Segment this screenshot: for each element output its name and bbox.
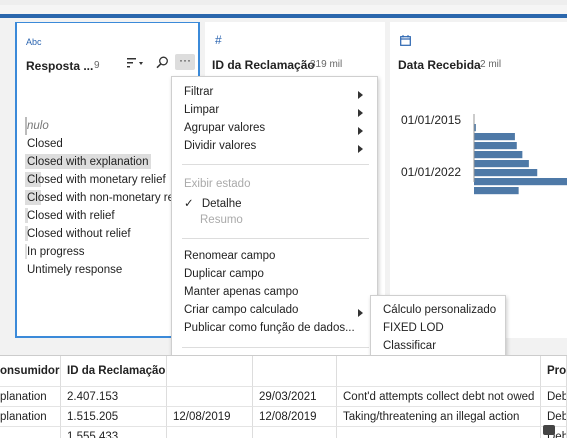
value-label: Closed with non-monetary relief bbox=[27, 192, 189, 204]
table-cell[interactable]: 29/03/2021 bbox=[253, 386, 337, 406]
context-menu: Filtrar Limpar Agrupar valores Dividir valo… bbox=[171, 76, 378, 398]
date-histogram[interactable]: 01/01/2015 01/01/2022 bbox=[390, 22, 567, 338]
table-cell[interactable] bbox=[167, 386, 253, 406]
value-label: Closed with relief bbox=[27, 210, 115, 222]
scroll-down-button[interactable] bbox=[543, 425, 555, 435]
menu-item[interactable]: Publicar como função de dados... bbox=[184, 322, 355, 334]
date-tick-label: 01/01/2022 bbox=[401, 165, 461, 179]
table-cell[interactable]: 2.407.153 bbox=[61, 386, 167, 406]
date-bar[interactable] bbox=[474, 160, 529, 168]
number-type-icon: # bbox=[215, 33, 222, 47]
submenu-arrow-icon bbox=[358, 145, 363, 153]
value-label: Untimely response bbox=[27, 264, 123, 276]
table-cell[interactable]: Debt bbox=[541, 386, 567, 406]
submenu-item[interactable]: FIXED LOD bbox=[383, 322, 444, 334]
menu-item[interactable]: Manter apenas campo bbox=[184, 286, 298, 298]
table-cell[interactable]: 1.555.433 bbox=[61, 426, 167, 438]
check-icon: ✓ bbox=[184, 198, 194, 210]
submenu-arrow-icon bbox=[358, 127, 363, 135]
submenu-item[interactable]: Cálculo personalizado bbox=[383, 304, 496, 316]
column-header[interactable]: onsumidor bbox=[0, 356, 61, 386]
menu-separator bbox=[182, 347, 369, 348]
menu-item-detail[interactable]: ✓ Detalhe bbox=[184, 196, 241, 210]
column-header[interactable] bbox=[337, 356, 541, 386]
table-cell[interactable] bbox=[0, 426, 61, 438]
menu-separator bbox=[182, 238, 369, 239]
table-cell[interactable]: 1.515.205 bbox=[61, 406, 167, 426]
menu-separator bbox=[182, 164, 369, 165]
menu-item-summary[interactable]: Resumo bbox=[200, 214, 243, 226]
table-cell[interactable]: Cont'd attempts collect debt not owed bbox=[337, 386, 541, 406]
field-count: 9 bbox=[94, 60, 100, 71]
data-grid: onsumidor ID da Reclamação Pro planation 2.4… bbox=[0, 355, 567, 438]
submenu-arrow-icon bbox=[358, 109, 363, 117]
table-cell[interactable]: Taking/threatening an illegal action bbox=[337, 406, 541, 426]
table-cell[interactable] bbox=[337, 426, 541, 438]
menu-item[interactable]: Criar campo calculado bbox=[184, 304, 298, 316]
value-label: Closed with monetary relief bbox=[27, 174, 166, 186]
table-cell[interactable]: planation bbox=[0, 406, 61, 426]
submenu-item[interactable]: Classificar bbox=[383, 340, 436, 352]
value-label: Closed with explanation bbox=[27, 156, 149, 168]
table-cell[interactable] bbox=[167, 426, 253, 438]
date-bar[interactable] bbox=[474, 142, 517, 150]
date-bar[interactable] bbox=[474, 187, 519, 195]
more-button[interactable]: ··· bbox=[175, 54, 195, 70]
menu-item[interactable]: Filtrar bbox=[184, 86, 213, 98]
menu-item-detail-label: Detalhe bbox=[201, 198, 242, 210]
date-bar[interactable] bbox=[474, 169, 538, 177]
submenu-arrow-icon bbox=[358, 309, 363, 317]
value-label: nulo bbox=[27, 120, 49, 132]
table-cell[interactable]: 12/08/2019 bbox=[167, 406, 253, 426]
value-label: Closed bbox=[27, 138, 63, 150]
menu-state-header: Exibir estado bbox=[184, 178, 251, 190]
menu-item[interactable]: Limpar bbox=[184, 104, 219, 116]
table-cell[interactable]: planation bbox=[0, 386, 61, 406]
date-bar[interactable] bbox=[474, 178, 567, 186]
value-label: In progress bbox=[27, 246, 85, 258]
menu-item[interactable]: Agrupar valores bbox=[184, 122, 265, 134]
field-name[interactable]: Resposta ... bbox=[26, 59, 93, 73]
field-card-data[interactable]: Data Recebida 2 mil 01/01/2015 01/01/2022 bbox=[390, 22, 567, 338]
search-icon[interactable] bbox=[156, 56, 169, 72]
table-cell[interactable]: 12/08/2019 bbox=[253, 406, 337, 426]
date-bar[interactable] bbox=[474, 133, 515, 141]
column-header[interactable]: ID da Reclamação bbox=[61, 356, 167, 386]
menu-item[interactable]: Dividir valores bbox=[184, 140, 256, 152]
value-label: Closed without relief bbox=[27, 228, 131, 240]
menu-item[interactable]: Renomear campo bbox=[184, 250, 275, 262]
string-type-icon: Abc bbox=[26, 37, 42, 47]
field-count: 319 mil bbox=[310, 59, 343, 70]
column-header[interactable] bbox=[167, 356, 253, 386]
column-header[interactable] bbox=[253, 356, 337, 386]
menu-item[interactable]: Duplicar campo bbox=[184, 268, 264, 280]
table-cell[interactable]: Debt bbox=[541, 406, 567, 426]
column-header[interactable]: Pro bbox=[541, 356, 567, 386]
date-bar[interactable] bbox=[474, 151, 523, 159]
sort-icon[interactable] bbox=[127, 57, 145, 72]
date-tick-label: 01/01/2015 bbox=[401, 113, 461, 127]
table-cell[interactable] bbox=[253, 426, 337, 438]
submenu-arrow-icon bbox=[358, 91, 363, 99]
field-name[interactable]: ID da Reclamação bbox=[212, 58, 315, 72]
title-bar bbox=[0, 0, 567, 5]
